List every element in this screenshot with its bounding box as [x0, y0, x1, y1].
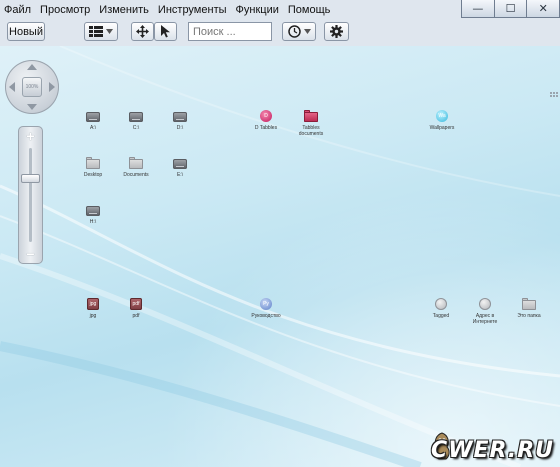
drive-icon: [129, 112, 143, 122]
item-label: A:\: [89, 125, 97, 131]
drive-a[interactable]: A:\: [73, 110, 113, 131]
move-tool-button[interactable]: [131, 22, 154, 41]
pan-control[interactable]: 100%: [5, 60, 59, 114]
tag-wallpapers[interactable]: Wa Wallpapers: [422, 110, 462, 131]
pointer-icon: [160, 25, 170, 38]
menu-help[interactable]: Помощь: [288, 4, 331, 16]
zoom-out-button[interactable]: −: [21, 246, 40, 262]
folder-this-folder[interactable]: Это папка: [509, 298, 549, 319]
tag-icon: Ру: [260, 298, 272, 310]
drive-icon: [86, 112, 100, 122]
maximize-button[interactable]: ☐: [493, 0, 528, 18]
item-label: Desktop: [83, 172, 103, 178]
tag-manual[interactable]: Ру Руководство: [246, 298, 286, 319]
pan-right-icon[interactable]: [49, 82, 55, 92]
folder-desktop[interactable]: Desktop: [73, 157, 113, 178]
menu-tools[interactable]: Инструменты: [158, 4, 227, 16]
item-label: C:\: [132, 125, 140, 131]
history-button[interactable]: [282, 22, 316, 41]
folder-icon: [522, 298, 536, 310]
menu-functions[interactable]: Функции: [236, 4, 279, 16]
drive-d[interactable]: D:\: [160, 110, 200, 131]
item-label: Это папка: [517, 313, 541, 319]
move-icon: [136, 25, 149, 38]
tag-icon: [435, 298, 447, 310]
menu-file[interactable]: Файл: [4, 4, 31, 16]
tag-icon: D: [260, 110, 272, 122]
pan-up-icon[interactable]: [27, 64, 37, 70]
item-label: Адрес в Интернете: [472, 313, 498, 325]
minimize-button[interactable]: —: [461, 0, 495, 18]
pan-left-icon[interactable]: [9, 82, 15, 92]
tag-icon: Wa: [436, 110, 448, 122]
zoom-in-button[interactable]: +: [21, 128, 40, 144]
folder-tabbles-documents[interactable]: Tabbles documents: [291, 110, 331, 137]
resize-grip[interactable]: [550, 92, 558, 98]
view-mode-button[interactable]: [84, 22, 118, 41]
new-button[interactable]: Новый: [7, 22, 45, 41]
drive-c[interactable]: C:\: [116, 110, 156, 131]
chevron-down-icon: [106, 29, 113, 34]
item-label: E:\: [176, 172, 184, 178]
item-label: Руководство: [251, 313, 281, 319]
file-type-jpg[interactable]: jpg jpg: [73, 298, 113, 319]
pan-down-icon[interactable]: [27, 104, 37, 110]
zoom-reset-button[interactable]: 100%: [22, 77, 42, 97]
new-button-label: Новый: [9, 25, 43, 38]
settings-button[interactable]: [324, 22, 349, 41]
drive-e[interactable]: E:\: [160, 157, 200, 178]
maximize-icon: ☐: [505, 2, 516, 15]
gear-icon: [330, 25, 343, 38]
menu-view[interactable]: Просмотр: [40, 4, 90, 16]
tag-canvas[interactable]: 100% + − A:\ C:\ D:\ D D Tabbles Tabbles…: [0, 46, 560, 467]
tag-icon: [479, 298, 491, 310]
close-icon: ✕: [538, 2, 548, 15]
item-label: D Tabbles: [254, 125, 278, 131]
file-type-pdf[interactable]: pdf pdf: [116, 298, 156, 319]
watermark-text: CWER.RU: [431, 438, 554, 463]
search-input[interactable]: [188, 22, 272, 41]
menu-bar: Файл Просмотр Изменить Инструменты Функц…: [0, 0, 339, 19]
drive-icon: [173, 112, 187, 122]
item-label: jpg: [89, 313, 97, 319]
tag-d-tabbles[interactable]: D D Tabbles: [246, 110, 286, 131]
item-label: Wallpapers: [429, 125, 455, 131]
item-label: pdf: [132, 313, 140, 319]
select-tool-button[interactable]: [154, 22, 177, 41]
item-label: Documents: [123, 172, 149, 178]
zoom-track[interactable]: [29, 148, 32, 242]
clock-icon: [287, 25, 301, 38]
menu-edit[interactable]: Изменить: [99, 4, 149, 16]
folder-icon: [129, 157, 143, 169]
close-button[interactable]: ✕: [526, 0, 560, 18]
drive-h[interactable]: H:\: [73, 204, 113, 225]
folder-documents[interactable]: Documents: [116, 157, 156, 178]
file-icon: jpg: [87, 298, 99, 310]
folder-icon: [304, 110, 318, 122]
file-icon: pdf: [130, 298, 142, 310]
zoom-slider[interactable]: + −: [18, 126, 43, 264]
tag-tagged[interactable]: Tagged: [421, 298, 461, 319]
item-label: D:\: [176, 125, 184, 131]
toolbar: Новый: [0, 19, 560, 45]
chevron-down-icon: [303, 29, 311, 34]
item-label: Tagged: [432, 313, 450, 319]
drive-icon: [173, 159, 187, 169]
item-label: Tabbles documents: [298, 125, 324, 137]
zoom-thumb[interactable]: [21, 174, 40, 183]
tag-web-address[interactable]: Адрес в Интернете: [465, 298, 505, 325]
minimize-icon: —: [472, 2, 484, 15]
folder-icon: [86, 157, 100, 169]
grid-icon: [89, 26, 103, 37]
window-controls: — ☐ ✕: [461, 0, 560, 18]
item-label: H:\: [89, 219, 97, 225]
drive-icon: [86, 206, 100, 216]
